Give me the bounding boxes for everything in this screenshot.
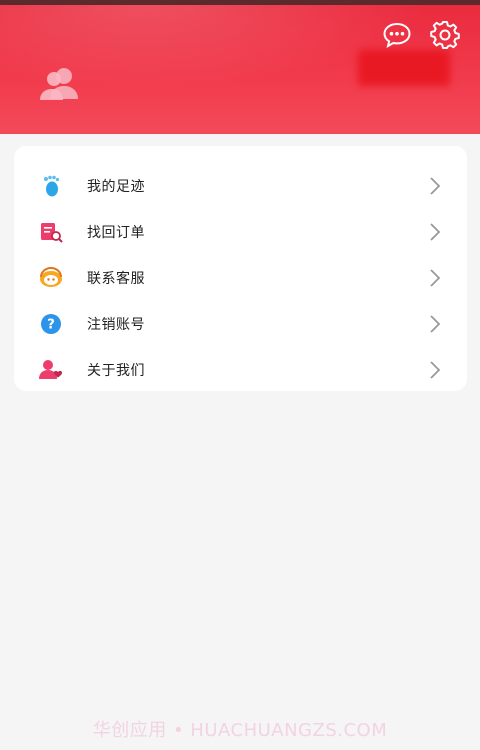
menu-item-label: 我的足迹 xyxy=(87,179,145,195)
menu-item-delete-account[interactable]: ? 注销账号 xyxy=(14,301,467,347)
settings-button[interactable] xyxy=(429,19,461,51)
blurred-username xyxy=(358,50,450,86)
menu-item-label: 注销账号 xyxy=(87,317,145,333)
help-question-icon: ? xyxy=(38,312,64,336)
menu-item-label: 联系客服 xyxy=(87,271,145,287)
profile-header xyxy=(0,5,480,134)
message-button[interactable] xyxy=(381,19,413,51)
about-us-icon xyxy=(38,358,64,382)
gear-icon xyxy=(430,21,460,49)
chevron-right-icon xyxy=(430,269,441,287)
customer-service-icon xyxy=(38,266,64,290)
menu-card: 我的足迹 找回订单 联系客服 ? 注销账号 关于我们 xyxy=(14,146,467,391)
menu-item-label: 找回订单 xyxy=(87,225,145,241)
chevron-right-icon xyxy=(430,315,441,333)
footprint-icon xyxy=(38,174,64,198)
watermark: 华创应用 • HUACHUANGZS.COM xyxy=(92,720,388,741)
avatar[interactable] xyxy=(34,65,84,105)
menu-item-label: 关于我们 xyxy=(87,363,145,379)
menu-item-about-us[interactable]: 关于我们 xyxy=(14,347,467,393)
chevron-right-icon xyxy=(430,361,441,379)
menu-item-recover-order[interactable]: 找回订单 xyxy=(14,209,467,255)
order-search-icon xyxy=(38,220,64,244)
chevron-right-icon xyxy=(430,223,441,241)
menu-item-contact-service[interactable]: 联系客服 xyxy=(14,255,467,301)
message-icon xyxy=(383,22,411,48)
svg-text:?: ? xyxy=(47,318,55,333)
menu-item-footprints[interactable]: 我的足迹 xyxy=(14,163,467,209)
user-group-icon xyxy=(40,68,78,100)
chevron-right-icon xyxy=(430,177,441,195)
